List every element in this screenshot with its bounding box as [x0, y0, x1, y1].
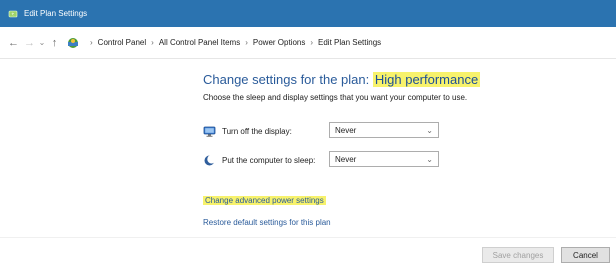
sleep-timeout-select[interactable]: Never ⌄: [329, 151, 439, 167]
display-setting-row: Turn off the display:: [203, 123, 292, 139]
breadcrumb-separator[interactable]: ›: [245, 38, 248, 47]
breadcrumb-edit-plan-settings[interactable]: Edit Plan Settings: [318, 38, 381, 47]
moon-icon: [203, 154, 216, 167]
plan-name: High performance: [372, 72, 481, 87]
page-title: Change settings for the plan: High perfo…: [203, 72, 481, 87]
save-changes-button[interactable]: Save changes: [482, 247, 554, 263]
cancel-button[interactable]: Cancel: [561, 247, 610, 263]
display-setting-label: Turn off the display:: [222, 126, 292, 136]
footer-divider: [0, 237, 616, 238]
advanced-power-settings-link[interactable]: Change advanced power settings: [203, 196, 326, 205]
page-title-prefix: Change settings for the plan:: [203, 72, 370, 87]
power-options-app-icon: [8, 9, 18, 19]
control-panel-icon: [66, 36, 80, 50]
breadcrumb-control-panel[interactable]: Control Panel: [98, 38, 146, 47]
display-timeout-value: Never: [335, 125, 357, 135]
window-title: Edit Plan Settings: [24, 9, 88, 18]
sleep-setting-label: Put the computer to sleep:: [222, 155, 316, 165]
back-arrow-icon[interactable]: ←: [7, 36, 20, 49]
breadcrumb-power-options[interactable]: Power Options: [253, 38, 305, 47]
title-bar: Edit Plan Settings: [0, 0, 616, 27]
chevron-down-icon: ⌄: [426, 154, 433, 164]
address-bar: ← → ⌄ ↑ › Control Panel › All Control Pa…: [0, 27, 616, 59]
up-arrow-icon[interactable]: ↑: [48, 36, 61, 49]
breadcrumb-all-items[interactable]: All Control Panel Items: [159, 38, 240, 47]
forward-arrow-icon[interactable]: →: [23, 36, 36, 49]
breadcrumb-separator[interactable]: ›: [90, 38, 93, 47]
recent-locations-chevron-icon[interactable]: ⌄: [38, 36, 46, 49]
monitor-icon: [203, 125, 216, 138]
sleep-timeout-value: Never: [335, 154, 357, 164]
breadcrumb-separator[interactable]: ›: [310, 38, 313, 47]
display-timeout-select[interactable]: Never ⌄: [329, 122, 439, 138]
page-subtitle: Choose the sleep and display settings th…: [203, 93, 468, 102]
restore-defaults-link[interactable]: Restore default settings for this plan: [203, 218, 331, 227]
chevron-down-icon: ⌄: [426, 125, 433, 135]
breadcrumb-separator[interactable]: ›: [151, 38, 154, 47]
sleep-setting-row: Put the computer to sleep:: [203, 152, 315, 168]
